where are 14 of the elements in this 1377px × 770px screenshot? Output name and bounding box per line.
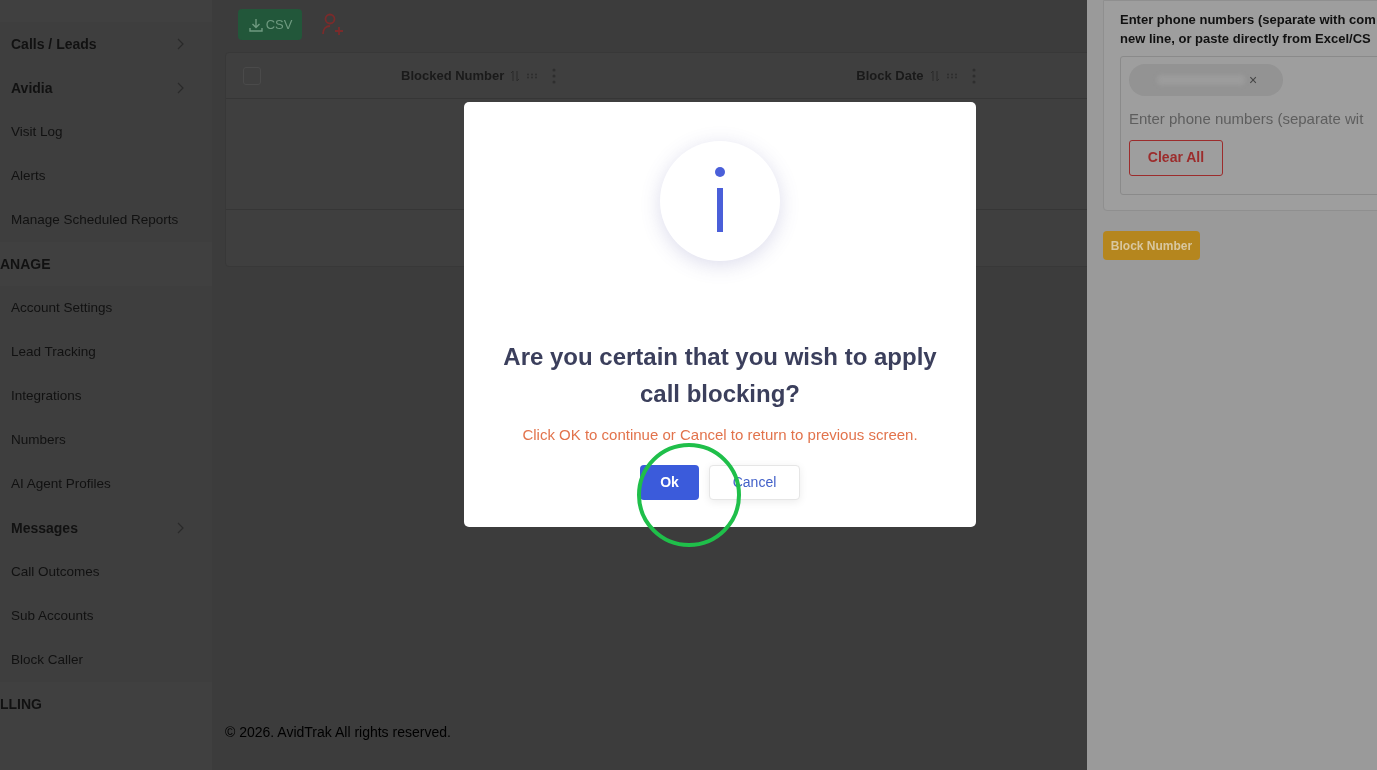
copyright-text: © 2026. AvidTrak All rights reserved. [225,723,452,742]
add-user-icon[interactable] [320,11,344,38]
instructions-text: Enter phone numbers (separate with com [1120,11,1377,29]
block-number-button[interactable]: Block Number [1103,231,1200,260]
phone-input-placeholder[interactable]: Enter phone numbers (separate wit [1129,108,1377,131]
clear-all-button[interactable]: Clear All [1129,139,1223,176]
phone-input-box[interactable]: × Enter phone numbers (separate wit Clear All [1120,56,1377,195]
ok-button[interactable]: Ok [640,464,699,500]
remove-chip-button[interactable]: × [1249,69,1258,91]
csv-button[interactable]: CSV [238,9,302,40]
dialog-title: Are you certain that you wish to apply call blocking? [502,342,938,409]
instructions-text: new line, or paste directly from Excel/CS [1120,30,1372,48]
download-icon [247,16,264,33]
dialog-message: Click OK to continue or Cancel to return to previous screen. [522,425,918,445]
